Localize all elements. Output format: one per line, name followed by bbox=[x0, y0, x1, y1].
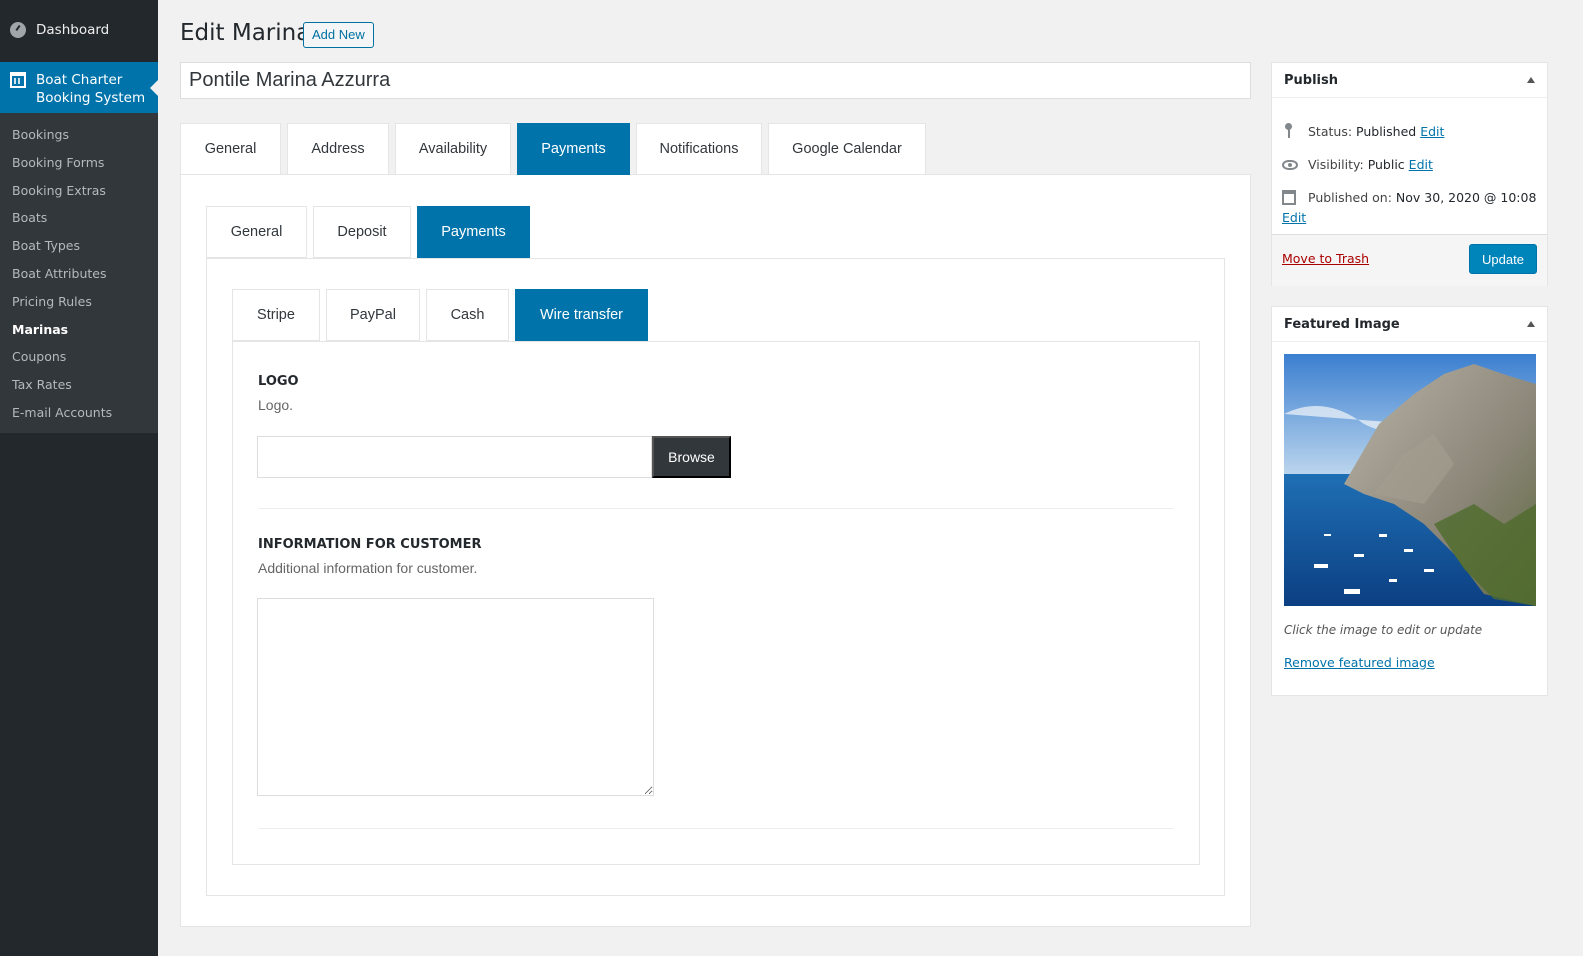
featured-image-header[interactable]: Featured Image bbox=[1272, 307, 1547, 342]
payment-method-tabs: Stripe PayPal Cash Wire transfer bbox=[232, 289, 654, 341]
publish-actions: Move to Trash Update bbox=[1272, 234, 1547, 286]
move-to-trash-link[interactable]: Move to Trash bbox=[1282, 251, 1369, 266]
calendar-icon bbox=[10, 72, 26, 88]
method-tab-stripe[interactable]: Stripe bbox=[232, 289, 320, 341]
submenu-marinas[interactable]: Marinas bbox=[0, 316, 158, 344]
submenu-pricing-rules[interactable]: Pricing Rules bbox=[0, 288, 158, 316]
tab-address[interactable]: Address bbox=[287, 123, 389, 175]
submenu-email-accounts[interactable]: E-mail Accounts bbox=[0, 399, 158, 427]
submenu-booking-forms[interactable]: Booking Forms bbox=[0, 149, 158, 177]
remove-featured-image-link[interactable]: Remove featured image bbox=[1284, 655, 1435, 670]
logo-url-input[interactable] bbox=[257, 436, 652, 478]
divider bbox=[258, 828, 1174, 829]
submenu-boat-types[interactable]: Boat Types bbox=[0, 232, 158, 260]
submenu-coupons[interactable]: Coupons bbox=[0, 343, 158, 371]
browse-button[interactable]: Browse bbox=[652, 436, 731, 478]
logo-title: LOGO bbox=[258, 374, 299, 389]
subtab-general[interactable]: General bbox=[206, 206, 307, 258]
featured-image-caption: Click the image to edit or update bbox=[1284, 623, 1483, 637]
admin-sidebar: Dashboard Boat Charter Booking System Bo… bbox=[0, 0, 158, 956]
visibility-value: Public bbox=[1367, 157, 1405, 172]
submenu-booking-extras[interactable]: Booking Extras bbox=[0, 177, 158, 205]
edit-date-link[interactable]: Edit bbox=[1282, 210, 1306, 225]
publish-box: Publish Status: Published Edit Visibilit… bbox=[1271, 62, 1548, 286]
published-edit-row: Edit bbox=[1282, 210, 1306, 225]
method-tab-wire-transfer[interactable]: Wire transfer bbox=[515, 289, 648, 341]
update-button[interactable]: Update bbox=[1469, 244, 1537, 274]
menu-dashboard-label: Dashboard bbox=[36, 22, 110, 38]
collapse-arrow-icon[interactable] bbox=[1527, 321, 1535, 327]
pin-icon bbox=[1282, 123, 1296, 139]
edit-status-link[interactable]: Edit bbox=[1420, 124, 1444, 139]
tab-general[interactable]: General bbox=[180, 123, 281, 175]
method-tab-cash[interactable]: Cash bbox=[426, 289, 509, 341]
payments-tabs: General Deposit Payments bbox=[206, 206, 536, 258]
visibility-row: Visibility: Public Edit bbox=[1282, 157, 1433, 172]
featured-image-title: Featured Image bbox=[1284, 316, 1400, 332]
divider bbox=[258, 508, 1174, 509]
featured-image[interactable] bbox=[1284, 354, 1536, 606]
customer-info-textarea[interactable] bbox=[257, 598, 654, 796]
dashboard-icon bbox=[10, 22, 26, 38]
menu-dashboard[interactable]: Dashboard bbox=[0, 0, 158, 60]
status-value: Published bbox=[1356, 123, 1417, 139]
status-row: Status: Published Edit bbox=[1282, 123, 1444, 139]
submenu-boat-attributes[interactable]: Boat Attributes bbox=[0, 260, 158, 288]
method-tab-paypal[interactable]: PayPal bbox=[326, 289, 420, 341]
featured-image-box: Featured Image Click the image to edit o… bbox=[1271, 306, 1548, 696]
menu-boat-charter-label: Boat Charter Booking System bbox=[36, 72, 146, 106]
submenu-boats[interactable]: Boats bbox=[0, 204, 158, 232]
post-title-input[interactable] bbox=[180, 62, 1251, 99]
submenu: Bookings Booking Forms Booking Extras Bo… bbox=[0, 113, 158, 433]
submenu-bookings[interactable]: Bookings bbox=[0, 121, 158, 149]
eye-icon bbox=[1282, 159, 1298, 170]
page-title: Edit Marina bbox=[180, 20, 311, 46]
tab-payments[interactable]: Payments bbox=[517, 123, 630, 175]
published-date: Nov 30, 2020 @ 10:08 bbox=[1395, 190, 1537, 205]
info-title: INFORMATION FOR CUSTOMER bbox=[258, 537, 482, 552]
publish-title: Publish bbox=[1284, 72, 1338, 88]
main-tabs: General Address Availability Payments No… bbox=[180, 123, 932, 175]
subtab-payments[interactable]: Payments bbox=[417, 206, 530, 258]
add-new-button[interactable]: Add New bbox=[303, 22, 374, 48]
tab-google-calendar[interactable]: Google Calendar bbox=[768, 123, 926, 175]
tab-availability[interactable]: Availability bbox=[395, 123, 511, 175]
logo-description: Logo. bbox=[258, 397, 294, 413]
info-description: Additional information for customer. bbox=[258, 560, 478, 576]
edit-visibility-link[interactable]: Edit bbox=[1409, 157, 1433, 172]
collapse-arrow-icon[interactable] bbox=[1527, 77, 1535, 83]
submenu-tax-rates[interactable]: Tax Rates bbox=[0, 371, 158, 399]
tab-notifications[interactable]: Notifications bbox=[636, 123, 762, 175]
calendar-icon bbox=[1282, 190, 1296, 205]
menu-boat-charter[interactable]: Boat Charter Booking System bbox=[0, 62, 158, 113]
subtab-deposit[interactable]: Deposit bbox=[313, 206, 411, 258]
published-row: Published on: Nov 30, 2020 @ 10:08 bbox=[1282, 190, 1536, 205]
publish-header[interactable]: Publish bbox=[1272, 63, 1547, 98]
